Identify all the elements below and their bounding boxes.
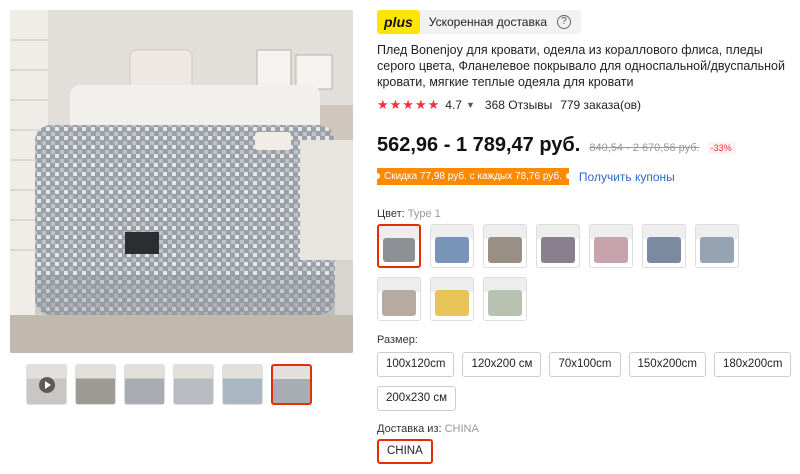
orders-count: 779 заказа(ов) (560, 98, 642, 112)
color-swatches (377, 224, 757, 321)
product-gallery (10, 10, 353, 353)
bed-photo (10, 10, 353, 353)
swatch-blanket (700, 237, 734, 263)
discount-badge: -33% (707, 142, 735, 154)
color-swatch[interactable] (430, 224, 474, 268)
thumbnail-video[interactable] (26, 364, 67, 405)
size-option[interactable]: 70x100cm (549, 352, 621, 377)
color-swatch[interactable] (377, 277, 421, 321)
size-label: Размер: (377, 334, 418, 346)
reviews-link[interactable]: 368 Отзывы (485, 98, 552, 112)
product-title: Плед Bonenjoy для кровати, одеяла из кор… (377, 43, 785, 89)
color-swatch[interactable] (483, 277, 527, 321)
play-icon (38, 376, 55, 393)
swatch-blanket (383, 238, 415, 262)
color-swatch[interactable] (589, 224, 633, 268)
swatch-blanket (435, 290, 469, 316)
shipping-selected-value: CHINA (444, 423, 479, 435)
color-swatch[interactable] (483, 224, 527, 268)
size-option[interactable]: 120x200 см (462, 352, 542, 377)
question-icon[interactable]: ? (557, 15, 572, 29)
thumbnail-strip (26, 364, 312, 405)
size-options: 100x120cm 120x200 см 70x100cm 150x200cm 180x… (377, 352, 797, 411)
shipping-label-text: Доставка из: (377, 423, 442, 435)
swatch-blanket (594, 237, 628, 263)
get-coupons-link[interactable]: Получить купоны (579, 170, 675, 184)
size-option[interactable]: 100x120cm (377, 352, 455, 377)
old-price: 840,54 - 2 670,56 руб. (589, 142, 700, 154)
color-swatch[interactable] (377, 224, 421, 268)
color-selected-value: Type 1 (407, 208, 441, 220)
thumbnail-bed-main[interactable] (271, 364, 312, 405)
color-swatch[interactable] (536, 224, 580, 268)
current-price: 562,96 - 1 789,47 руб. (377, 134, 581, 156)
shipping-label: Доставка из: CHINA (377, 423, 479, 435)
swatch-blanket (435, 237, 469, 263)
size-option[interactable]: 200x230 см (377, 386, 456, 411)
color-label: Цвет: Type 1 (377, 208, 441, 220)
color-swatch[interactable] (642, 224, 686, 268)
swatch-blanket (382, 290, 416, 316)
thumbnail-bed-gray[interactable] (173, 364, 214, 405)
price-row: 562,96 - 1 789,47 руб. 840,54 - 2 670,56… (377, 134, 792, 157)
size-option[interactable]: 150x200cm (628, 352, 706, 377)
swatch-blanket (541, 237, 575, 263)
thumbnail-folded[interactable] (75, 364, 116, 405)
rating-stars: ★★★★★ (377, 97, 441, 112)
shipping-option-china[interactable]: CHINA (377, 439, 433, 464)
coupon-badge: Скидка 77,98 руб. с каждых 78,76 руб. (374, 168, 572, 185)
swatch-blanket (647, 237, 681, 263)
color-label-text: Цвет: (377, 208, 405, 220)
size-option[interactable]: 180x200cm (713, 352, 792, 377)
coupon-row: Скидка 77,98 руб. с каждых 78,76 руб. По… (374, 168, 792, 185)
main-product-image[interactable] (10, 10, 353, 353)
plus-delivery-banner[interactable]: plus Ускоренная доставка ? (377, 10, 582, 34)
product-info: plus Ускоренная доставка ? Плед Bonenjoy… (374, 10, 792, 464)
plus-badge: plus (377, 10, 420, 34)
rating-value[interactable]: 4.7 (445, 98, 462, 112)
color-swatch[interactable] (430, 277, 474, 321)
color-swatch[interactable] (695, 224, 739, 268)
rating-row: ★★★★★ 4.7 ▼ 368 Отзывы 779 заказа(ов) (377, 97, 792, 113)
swatch-blanket (488, 237, 522, 263)
plus-delivery-text: Ускоренная доставка (428, 15, 548, 29)
chevron-down-icon[interactable]: ▼ (466, 100, 475, 110)
thumbnail-bed-blue[interactable] (222, 364, 263, 405)
swatch-blanket (488, 290, 522, 316)
thumbnail-texture[interactable] (124, 364, 165, 405)
